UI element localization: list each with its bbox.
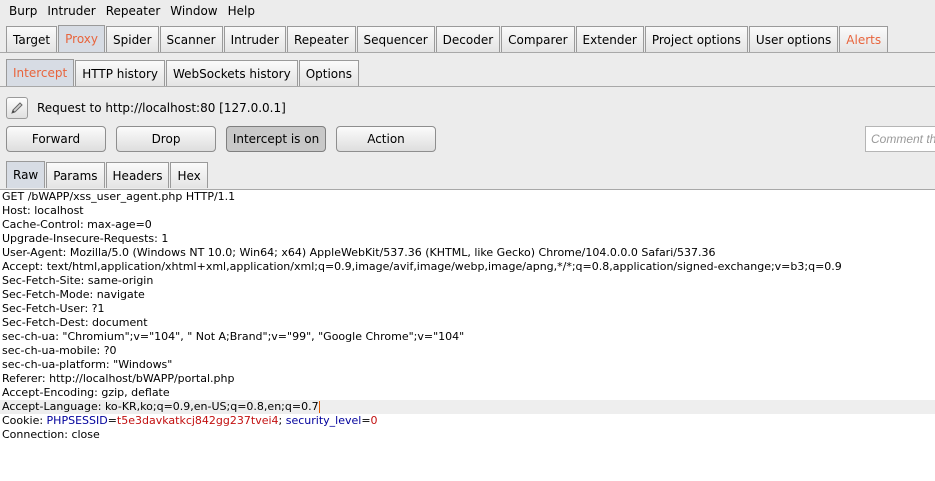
intercept-controls: Forward Drop Intercept is on Action <box>6 126 446 152</box>
header-line: Host: localhost <box>2 204 84 217</box>
tab-comparer[interactable]: Comparer <box>501 26 575 52</box>
divider <box>0 86 935 87</box>
cookie-value-phpsessid: t5e3davkatkcj842gg237tvei4 <box>116 414 279 427</box>
tab-proxy[interactable]: Proxy <box>58 25 105 52</box>
tab-http-history[interactable]: HTTP history <box>75 60 166 86</box>
cookie-value-security-level: 0 <box>370 414 378 427</box>
divider <box>0 52 935 53</box>
tab-alerts[interactable]: Alerts <box>839 26 889 52</box>
cookie-separator: ; <box>278 414 286 427</box>
cookie-line: Cookie: PHPSESSID=t5e3davkatkcj842gg237t… <box>0 414 935 428</box>
message-view-tabs: Raw Params Headers Hex <box>6 161 209 188</box>
header-line: Referer: http://localhost/bWAPP/portal.p… <box>2 372 235 385</box>
tab-repeater[interactable]: Repeater <box>286 26 356 52</box>
request-info-bar: Request to http://localhost:80 [127.0.0.… <box>6 95 286 121</box>
header-line-highlighted: Accept-Language: ko-KR,ko;q=0.9,en-US;q=… <box>0 400 935 414</box>
cookie-prefix: Cookie: <box>2 414 47 427</box>
comment-field[interactable]: Comment this item <box>865 126 935 152</box>
text-caret <box>318 401 320 413</box>
menu-bar: Burp Intruder Repeater Window Help <box>0 0 935 21</box>
tab-project-options[interactable]: Project options <box>644 26 748 52</box>
tab-hex[interactable]: Hex <box>170 162 208 188</box>
menu-burp[interactable]: Burp <box>4 1 42 21</box>
header-line: Sec-Fetch-Dest: document <box>2 316 148 329</box>
tab-decoder[interactable]: Decoder <box>435 26 501 52</box>
menu-window[interactable]: Window <box>165 1 222 21</box>
raw-request-editor[interactable]: GET /bWAPP/xss_user_agent.php HTTP/1.1 H… <box>0 189 935 481</box>
cookie-equals: = <box>361 414 371 427</box>
header-line: Upgrade-Insecure-Requests: 1 <box>2 232 169 245</box>
cookie-key-security-level: security_level <box>285 414 362 427</box>
header-line: Cache-Control: max-age=0 <box>2 218 152 231</box>
header-line: sec-ch-ua-mobile: ?0 <box>2 344 117 357</box>
tab-spider[interactable]: Spider <box>106 26 159 52</box>
main-tabs: Target Proxy Spider Scanner Intruder Rep… <box>6 25 889 52</box>
tab-scanner[interactable]: Scanner <box>159 26 223 52</box>
cookie-equals: = <box>107 414 117 427</box>
header-line: Connection: close <box>2 428 100 441</box>
request-line: GET /bWAPP/xss_user_agent.php HTTP/1.1 <box>2 190 236 203</box>
tab-extender[interactable]: Extender <box>575 26 644 52</box>
tab-options[interactable]: Options <box>298 60 359 86</box>
tab-headers[interactable]: Headers <box>105 162 170 188</box>
menu-repeater[interactable]: Repeater <box>101 1 166 21</box>
tab-intercept[interactable]: Intercept <box>6 59 75 86</box>
header-line: sec-ch-ua-platform: "Windows" <box>2 358 173 371</box>
action-button[interactable]: Action <box>336 126 436 152</box>
accept-language-text: Accept-Language: ko-KR,ko;q=0.9,en-US;q=… <box>2 400 319 413</box>
tab-sequencer[interactable]: Sequencer <box>356 26 435 52</box>
header-line: Accept: text/html,application/xhtml+xml,… <box>2 260 842 273</box>
forward-button[interactable]: Forward <box>6 126 106 152</box>
drop-button[interactable]: Drop <box>116 126 216 152</box>
header-line: Sec-Fetch-Mode: navigate <box>2 288 145 301</box>
tab-target[interactable]: Target <box>6 26 58 52</box>
intercept-toggle-button[interactable]: Intercept is on <box>226 126 326 152</box>
tab-params[interactable]: Params <box>46 162 105 188</box>
header-line: Sec-Fetch-Site: same-origin <box>2 274 154 287</box>
tab-user-options[interactable]: User options <box>748 26 839 52</box>
proxy-tabs: Intercept HTTP history WebSockets histor… <box>6 58 360 86</box>
header-line: User-Agent: Mozilla/5.0 (Windows NT 10.0… <box>2 246 716 259</box>
request-target-label: Request to http://localhost:80 [127.0.0.… <box>37 101 286 115</box>
cookie-key-phpsessid: PHPSESSID <box>46 414 108 427</box>
menu-intruder[interactable]: Intruder <box>42 1 100 21</box>
tab-intruder[interactable]: Intruder <box>223 26 286 52</box>
tab-raw[interactable]: Raw <box>6 161 46 188</box>
header-line: Sec-Fetch-User: ?1 <box>2 302 105 315</box>
pencil-icon[interactable] <box>6 97 28 119</box>
header-line: sec-ch-ua: "Chromium";v="104", " Not A;B… <box>2 330 465 343</box>
header-line: Accept-Encoding: gzip, deflate <box>2 386 170 399</box>
menu-help[interactable]: Help <box>223 1 260 21</box>
tab-websockets-history[interactable]: WebSockets history <box>166 60 298 86</box>
